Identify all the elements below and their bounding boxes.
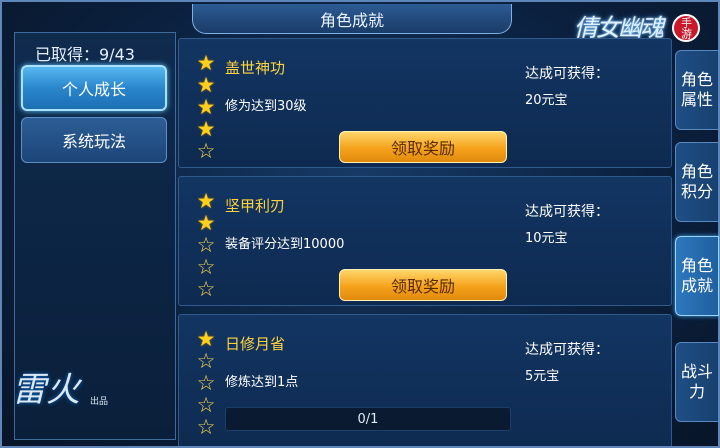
achievement-card: ★ ☆ ☆ ☆ ☆ 日修月省 修炼达到1点 达成可获得： 5元宝 0/1 <box>178 314 672 446</box>
star-empty-icon: ☆ <box>196 233 216 257</box>
reward-label: 达成可获得： <box>525 66 609 82</box>
progress-bar: 0/1 <box>225 407 511 431</box>
side-tab-combat-power[interactable]: 战斗力 <box>675 342 719 422</box>
achievement-title: 坚甲利刃 <box>225 197 286 215</box>
achievement-description: 修为达到30级 <box>225 99 307 114</box>
tab-personal-growth[interactable]: 个人成长 <box>21 65 167 111</box>
star-filled-icon: ★ <box>196 117 216 141</box>
star-filled-icon: ★ <box>196 211 216 235</box>
achievement-card: ★ ★ ★ ★ ☆ 盖世神功 修为达到30级 达成可获得： 20元宝 领取奖励 <box>178 38 672 168</box>
star-rating: ★ ★ ★ ★ ☆ <box>195 53 217 162</box>
achievement-card: ★ ★ ☆ ☆ ☆ 坚甲利刃 装备评分达到10000 达成可获得： 10元宝 领取奖励 <box>178 176 672 306</box>
side-tab-label: 角色属性 <box>680 70 713 109</box>
side-tab-attributes[interactable]: 角色属性 <box>675 50 719 130</box>
star-empty-icon: ☆ <box>196 393 216 417</box>
mobile-badge: 手游 <box>672 14 700 42</box>
star-empty-icon: ☆ <box>196 139 216 163</box>
star-filled-icon: ★ <box>196 327 216 351</box>
star-filled-icon: ★ <box>196 51 216 75</box>
star-rating: ★ ★ ☆ ☆ ☆ <box>195 191 217 300</box>
star-empty-icon: ☆ <box>196 415 216 439</box>
window-title: 角色成就 <box>319 10 384 30</box>
star-filled-icon: ★ <box>196 189 216 213</box>
window-title-bar: 角色成就 <box>192 4 512 34</box>
side-tab-label: 角色积分 <box>680 162 713 201</box>
claim-reward-button[interactable]: 领取奖励 <box>339 131 507 163</box>
star-rating: ★ ☆ ☆ ☆ ☆ <box>195 329 217 438</box>
achievement-title: 盖世神功 <box>225 59 286 77</box>
side-tab-achievements[interactable]: 角色成就 <box>675 236 719 316</box>
achievement-list[interactable]: ★ ★ ★ ★ ☆ 盖世神功 修为达到30级 达成可获得： 20元宝 领取奖励 ★ ★ ☆ ☆… <box>178 34 672 446</box>
achievement-title: 日修月省 <box>225 335 286 353</box>
star-empty-icon: ☆ <box>196 349 216 373</box>
achievement-description: 修炼达到1点 <box>225 375 299 390</box>
reward-value: 5元宝 <box>525 369 560 384</box>
side-tab-label: 角色成就 <box>680 256 713 295</box>
reward-label: 达成可获得： <box>525 342 609 358</box>
side-tab-points[interactable]: 角色积分 <box>675 142 719 222</box>
reward-value: 20元宝 <box>525 93 568 108</box>
star-empty-icon: ☆ <box>196 255 216 279</box>
star-empty-icon: ☆ <box>196 371 216 395</box>
star-filled-icon: ★ <box>196 73 216 97</box>
star-filled-icon: ★ <box>196 95 216 119</box>
studio-logo: 雷火 <box>12 370 80 410</box>
achievement-description: 装备评分达到10000 <box>225 237 345 252</box>
side-tab-label: 战斗力 <box>680 362 713 401</box>
star-empty-icon: ☆ <box>196 277 216 301</box>
tab-system-gameplay[interactable]: 系统玩法 <box>21 117 167 163</box>
claim-reward-button[interactable]: 领取奖励 <box>339 269 507 301</box>
game-window: 角色成就 倩女幽魂 手游 已取得：9/43 个人成长 系统玩法 雷火 出品 ★ ★… <box>0 0 720 448</box>
reward-label: 达成可获得： <box>525 204 609 220</box>
achievement-count: 已取得：9/43 <box>35 45 135 64</box>
studio-logo-sub: 出品 <box>90 397 109 407</box>
progress-text: 0/1 <box>357 411 379 427</box>
reward-value: 10元宝 <box>525 231 568 246</box>
